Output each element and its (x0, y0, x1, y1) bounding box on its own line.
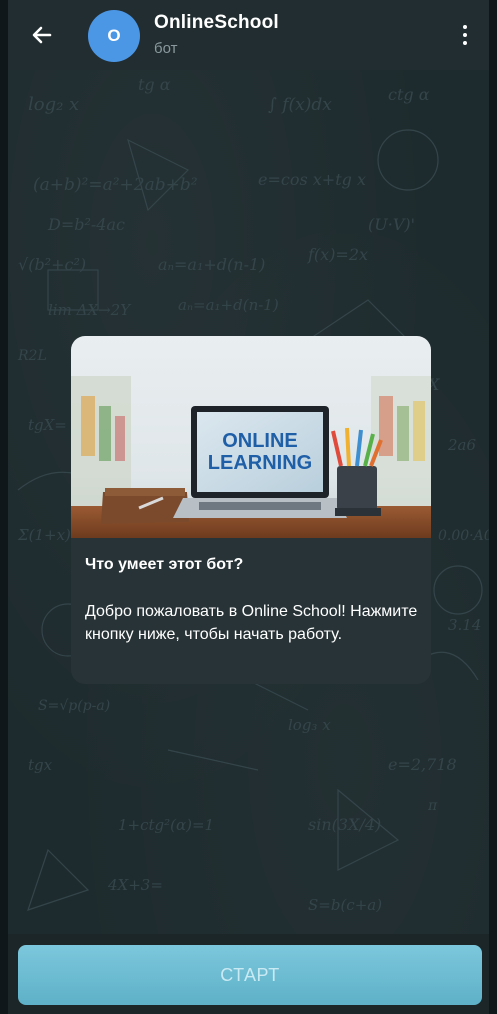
avatar[interactable]: O (88, 10, 140, 62)
image-text-learning: LEARNING (208, 452, 312, 474)
svg-text:(U·V)': (U·V)' (368, 215, 415, 234)
svg-text:aₙ=a₁+d(n-1): aₙ=a₁+d(n-1) (178, 296, 279, 314)
svg-text:sin(3X/4): sin(3X/4) (308, 815, 381, 834)
more-menu-button[interactable] (455, 20, 475, 50)
online-learning-image: ONLINE LEARNING (71, 336, 431, 538)
svg-text:√(b²+c²): √(b²+c²) (18, 255, 86, 274)
svg-text:tgX=: tgX= (28, 416, 67, 434)
bottom-bar: СТАРТ (8, 934, 489, 1014)
svg-text:e=2,718: e=2,718 (388, 755, 457, 774)
svg-text:tg α: tg α (138, 75, 171, 94)
svg-text:1+ctg²(α)=1: 1+ctg²(α)=1 (118, 816, 214, 834)
svg-text:aₙ=a₁+d(n-1): aₙ=a₁+d(n-1) (158, 255, 265, 274)
card-description: Добро пожаловать в Online School! Нажмит… (85, 603, 418, 643)
svg-text:log₃ x: log₃ x (288, 716, 331, 734)
chat-header: O OnlineSchool бот (8, 0, 489, 70)
chat-subtitle: бот (154, 40, 178, 57)
svg-text:log₂ x: log₂ x (28, 94, 79, 115)
svg-text:Σ(1+x): Σ(1+x) (17, 526, 71, 544)
svg-text:S=b(c+a): S=b(c+a) (308, 896, 382, 914)
bot-info-card: ONLINE LEARNING Что умеет этот бот? Добр… (71, 336, 431, 684)
back-button[interactable] (26, 18, 58, 52)
svg-text:3.14: 3.14 (448, 616, 481, 634)
svg-text:S=√p(p-a): S=√p(p-a) (38, 698, 110, 714)
svg-text:f(x)=2x: f(x)=2x (307, 245, 368, 264)
svg-text:∫ f(x)dx: ∫ f(x)dx (268, 95, 332, 115)
svg-text:R2L: R2L (17, 348, 47, 364)
svg-text:2a6: 2a6 (447, 436, 476, 454)
card-heading: Что умеет этот бот? (85, 556, 244, 573)
right-edge (489, 0, 497, 1014)
svg-text:π: π (427, 798, 438, 814)
start-button[interactable]: СТАРТ (18, 945, 482, 1005)
more-vertical-icon (463, 25, 467, 29)
svg-text:D=b²-4ac: D=b²-4ac (47, 215, 125, 234)
svg-text:0.00·A0: 0.00·A0 (438, 528, 489, 544)
chat-title: OnlineSchool (154, 12, 279, 33)
chat-title-block[interactable]: OnlineSchool бот (154, 12, 279, 57)
left-edge (0, 0, 8, 1014)
svg-text:e=cos x+tg x: e=cos x+tg x (258, 170, 366, 189)
arrow-left-icon (32, 26, 52, 44)
image-text-online: ONLINE (222, 430, 298, 452)
svg-text:4X+3=: 4X+3= (107, 876, 163, 894)
svg-text:ctg α: ctg α (388, 85, 430, 104)
svg-text:tgx: tgx (28, 756, 53, 774)
